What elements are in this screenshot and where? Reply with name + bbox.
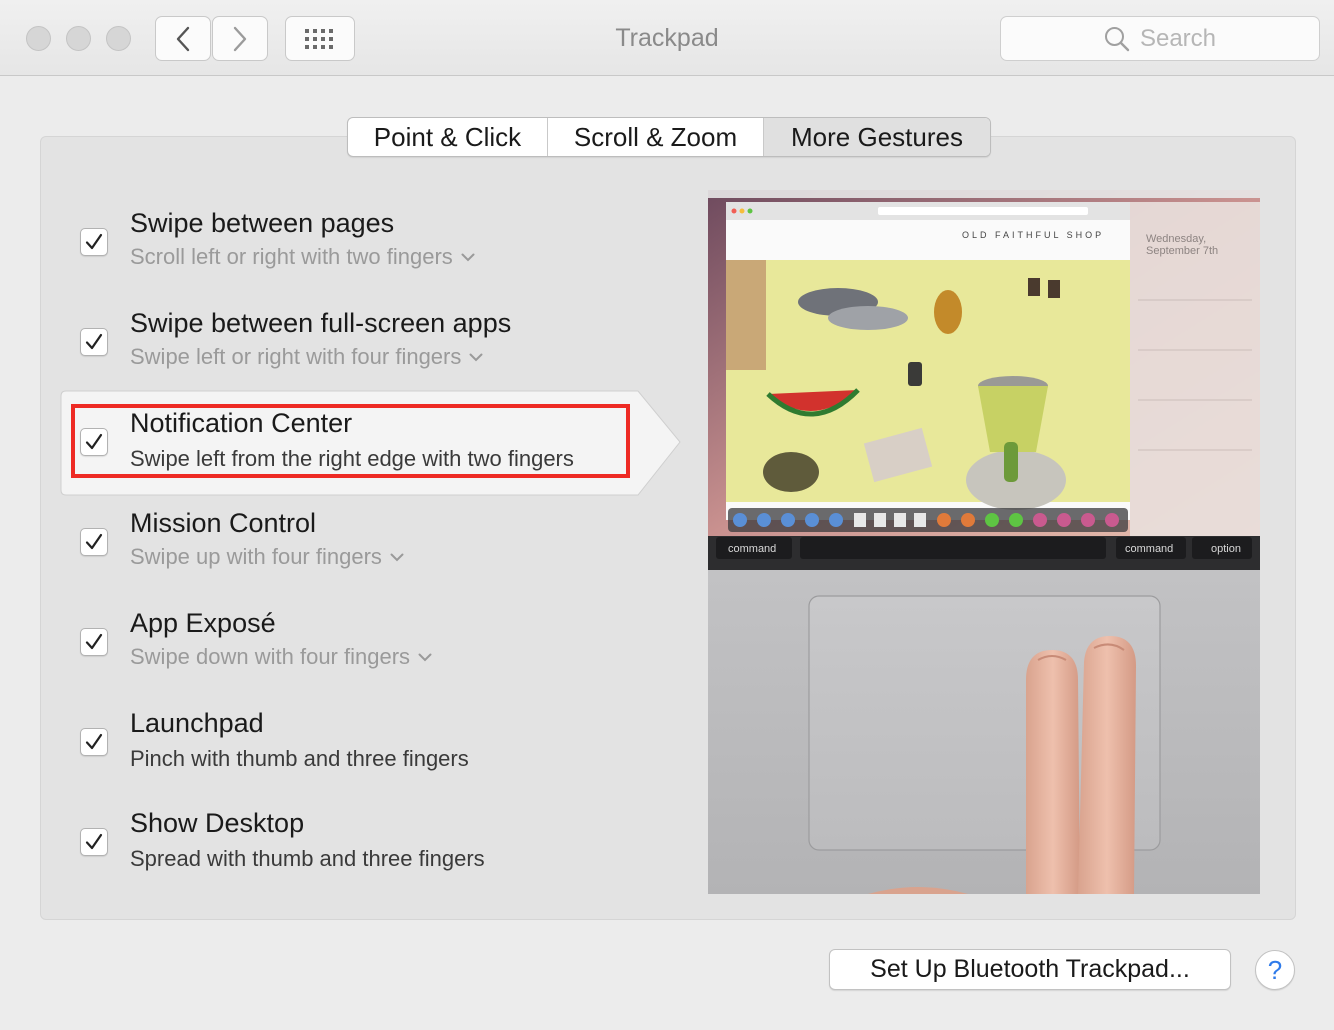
gesture-title: Swipe between pages <box>130 208 395 238</box>
gesture-option-popup[interactable]: Swipe up with four fingers <box>130 544 404 570</box>
gesture-subtitle: Scroll left or right with two fingers <box>130 244 453 269</box>
gesture-title: Swipe between full-screen apps <box>130 308 512 338</box>
checkmark-icon <box>85 633 103 650</box>
gesture-row-show-desktop[interactable]: Show Desktop Spread with thumb and three… <box>60 790 660 890</box>
gesture-subtitle: Spread with thumb and three fingers <box>130 846 485 871</box>
gesture-row-swipe-pages[interactable]: Swipe between pages Scroll left or right… <box>60 190 660 290</box>
gesture-subtitle: Swipe left or right with four fingers <box>130 344 462 369</box>
gesture-option-popup[interactable]: Scroll left or right with two fingers <box>130 244 475 270</box>
checkmark-icon <box>85 333 103 350</box>
checkmark-icon <box>85 533 103 550</box>
title-bar: Trackpad Search <box>0 0 1334 76</box>
notif-date-line2: September 7th <box>1146 245 1218 257</box>
gesture-preview: OLD FAITHFUL SHOP Wednesday, September 7… <box>708 190 1260 894</box>
gesture-row-app-expose[interactable]: App Exposé Swipe down with four fingers <box>60 590 660 690</box>
gesture-title: App Exposé <box>130 608 276 638</box>
gesture-subtitle: Swipe down with four fingers <box>130 644 411 669</box>
highlight-box <box>71 404 630 478</box>
gesture-option-popup[interactable]: Swipe left or right with four fingers <box>130 344 483 370</box>
launchpad-checkbox[interactable] <box>80 728 108 756</box>
gesture-subtitle: Pinch with thumb and three fingers <box>130 746 469 771</box>
tab-more-gestures[interactable]: More Gestures <box>764 118 990 156</box>
gesture-row-fullscreen-apps[interactable]: Swipe between full-screen apps Swipe lef… <box>60 290 660 390</box>
swipe-pages-checkbox[interactable] <box>80 228 108 256</box>
site-name: OLD FAITHFUL SHOP <box>962 230 1104 240</box>
gesture-title: Show Desktop <box>130 808 305 838</box>
search-field[interactable]: Search <box>1000 16 1320 61</box>
gesture-title: Launchpad <box>130 708 264 738</box>
chevron-down-icon <box>461 253 475 261</box>
help-button[interactable]: ? <box>1255 950 1295 990</box>
checkmark-icon <box>85 833 103 850</box>
notif-date-line1: Wednesday, <box>1146 233 1206 245</box>
chevron-down-icon <box>469 353 483 361</box>
fullscreen-apps-checkbox[interactable] <box>80 328 108 356</box>
gesture-row-launchpad[interactable]: Launchpad Pinch with thumb and three fin… <box>60 690 660 790</box>
tab-point-click[interactable]: Point & Click <box>348 118 548 156</box>
show-desktop-checkbox[interactable] <box>80 828 108 856</box>
search-placeholder: Search <box>1139 24 1217 52</box>
key-command-right: command <box>1125 543 1173 555</box>
chevron-down-icon <box>418 653 432 661</box>
gesture-row-mission-control[interactable]: Mission Control Swipe up with four finge… <box>60 490 660 590</box>
key-option: option <box>1211 543 1241 555</box>
search-icon <box>1104 26 1130 51</box>
app-expose-checkbox[interactable] <box>80 628 108 656</box>
preview-illustration: OLD FAITHFUL SHOP Wednesday, September 7… <box>708 190 1260 894</box>
gesture-option-popup[interactable]: Swipe down with four fingers <box>130 644 432 670</box>
gesture-title: Mission Control <box>130 508 317 538</box>
checkmark-icon <box>85 733 103 750</box>
key-command-left: command <box>728 543 776 555</box>
checkmark-icon <box>85 233 103 250</box>
mission-control-checkbox[interactable] <box>80 528 108 556</box>
tab-bar: Point & Click Scroll & Zoom More Gesture… <box>347 117 991 157</box>
chevron-down-icon <box>390 553 404 561</box>
setup-bluetooth-trackpad-button[interactable]: Set Up Bluetooth Trackpad... <box>829 949 1231 990</box>
gesture-subtitle: Swipe up with four fingers <box>130 544 382 569</box>
tab-scroll-zoom[interactable]: Scroll & Zoom <box>548 118 764 156</box>
